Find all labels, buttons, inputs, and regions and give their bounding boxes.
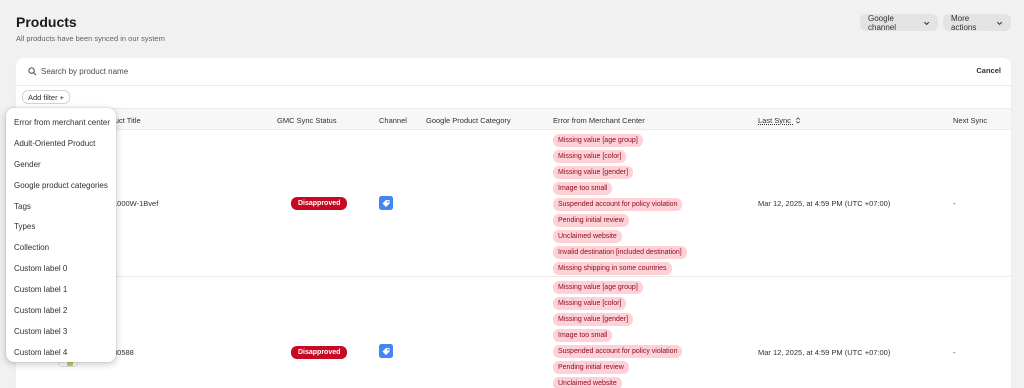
filter-option-custom-label-1[interactable]: Custom label 1: [6, 279, 116, 300]
error-tag: Suspended account for policy violation: [553, 198, 683, 211]
error-tag: Image too small: [553, 329, 613, 342]
column-header-gmc-sync-status: GMC Sync Status: [277, 116, 337, 125]
cancel-button[interactable]: Cancel: [976, 66, 1001, 75]
product-title[interactable]: 1000W-1Bvef: [113, 199, 158, 208]
error-tag: Missing value [age group]: [553, 281, 643, 294]
filter-option-error-from-merchant-center[interactable]: Error from merchant center: [6, 112, 116, 133]
last-sync-label: Last Sync: [758, 116, 791, 125]
filter-option-adult-oriented-product[interactable]: Adult-Oriented Product: [6, 133, 116, 154]
error-tag: Pending initial review: [553, 214, 629, 227]
product-title[interactable]: 30588: [113, 348, 134, 357]
google-channel-label: Google channel: [868, 13, 897, 32]
error-tag: Missing value [color]: [553, 297, 627, 310]
error-tag: Missing value [gender]: [553, 166, 634, 179]
more-actions-button[interactable]: More actions: [943, 13, 1011, 32]
filter-option-google-product-categories[interactable]: Google product categories: [6, 175, 116, 196]
filter-option-gender[interactable]: Gender: [6, 154, 116, 175]
add-filter-button[interactable]: Add filter +: [22, 90, 71, 104]
status-badge: Disapproved: [291, 197, 348, 210]
filter-option-collection[interactable]: Collection: [6, 237, 116, 258]
error-tag: Pending initial review: [553, 361, 629, 374]
search-icon: [28, 67, 37, 76]
error-list: Missing value [age group] Missing value …: [553, 281, 683, 388]
status-badge: Disapproved: [291, 346, 348, 359]
filter-option-custom-label-0[interactable]: Custom label 0: [6, 258, 116, 279]
next-sync-value: -: [953, 199, 956, 208]
chevron-down-icon: [923, 21, 929, 25]
more-actions-label: More actions: [951, 13, 977, 32]
error-tag: Missing value [age group]: [553, 134, 643, 147]
google-shopping-icon: [379, 344, 393, 358]
column-header-last-sync[interactable]: Last Sync: [758, 116, 801, 125]
last-sync-value: Mar 12, 2025, at 4:59 PM (UTC +07:00): [758, 199, 891, 208]
page-title: Products: [16, 14, 77, 30]
filter-option-custom-label-2[interactable]: Custom label 2: [6, 300, 116, 321]
error-tag: Image too small: [553, 182, 613, 195]
filter-dropdown-menu: Error from merchant center Adult-Oriente…: [6, 108, 116, 362]
search-input[interactable]: [41, 64, 921, 78]
filter-option-types[interactable]: Types: [6, 216, 116, 237]
google-shopping-icon: [379, 196, 393, 210]
column-header-next-sync: Next Sync: [953, 116, 988, 125]
error-tag: Invalid destination [included destinatio…: [553, 246, 687, 259]
error-tag: Missing shipping in some countries: [553, 262, 672, 275]
products-card: Cancel Add filter + Product Title GMC Sy…: [16, 58, 1011, 388]
next-sync-value: -: [953, 348, 956, 357]
filter-option-tags[interactable]: Tags: [6, 196, 116, 217]
error-tag: Suspended account for policy violation: [553, 345, 683, 358]
table-header: Product Title GMC Sync Status Channel Go…: [16, 108, 1011, 130]
error-tag: Unclaimed website: [553, 230, 622, 243]
column-header-channel: Channel: [379, 116, 407, 125]
table-row[interactable]: 30588 Disapproved Missing value [age gro…: [16, 277, 1011, 388]
page-subtitle: All products have been synced in our sys…: [16, 34, 165, 43]
sort-icon: [796, 117, 801, 124]
column-header-error: Error from Merchant Center: [553, 116, 645, 125]
error-tag: Missing value [color]: [553, 150, 627, 163]
search-row: Cancel: [16, 58, 1011, 84]
column-header-google-product-category: Google Product Category: [426, 116, 511, 125]
chevron-down-icon: [996, 21, 1003, 25]
error-tag: Missing value [gender]: [553, 313, 634, 326]
filter-option-custom-label-3[interactable]: Custom label 3: [6, 321, 116, 342]
filter-row: Add filter +: [16, 85, 1011, 107]
last-sync-value: Mar 12, 2025, at 4:59 PM (UTC +07:00): [758, 348, 891, 357]
error-list: Missing value [age group] Missing value …: [553, 134, 687, 275]
filter-option-custom-label-4[interactable]: Custom label 4: [6, 342, 116, 363]
table-row[interactable]: 1000W-1Bvef Disapproved Missing value [a…: [16, 130, 1011, 277]
error-tag: Unclaimed website: [553, 377, 622, 388]
google-channel-button[interactable]: Google channel: [860, 13, 938, 32]
